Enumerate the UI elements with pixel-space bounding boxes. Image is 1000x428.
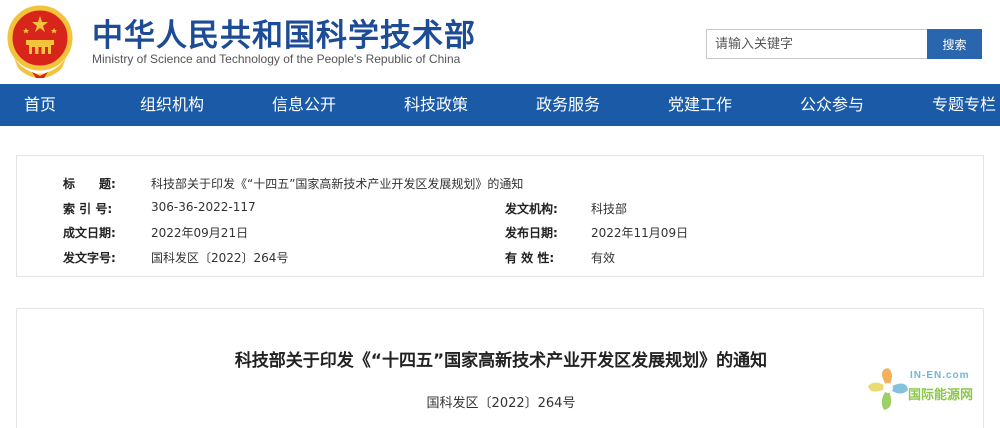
search-button[interactable]: 搜索: [927, 29, 982, 59]
nav-item-information[interactable]: 信息公开: [272, 84, 336, 126]
meta-docno-value: 国科发区〔2022〕264号: [151, 251, 289, 265]
meta-written-value: 2022年09月21日: [151, 226, 249, 240]
meta-title-value: 科技部关于印发《“十四五”国家高新技术产业开发区发展规划》的通知: [151, 177, 524, 191]
meta-issuer-value: 科技部: [591, 202, 628, 216]
meta-index-value: 306-36-2022-117: [151, 200, 256, 214]
meta-validity-value: 有效: [591, 251, 616, 265]
meta-docno-label: 发文字号:: [63, 251, 116, 265]
national-emblem-icon: [7, 5, 73, 78]
meta-index-label: 索 引 号:: [63, 202, 113, 216]
meta-title-label: 标 题:: [63, 177, 116, 191]
site-subtitle: Ministry of Science and Technology of th…: [92, 52, 461, 66]
main-nav: 首页 组织机构 信息公开 科技政策 政务服务 党建工作 公众参与 专题专栏: [0, 84, 1000, 126]
watermark: IN-EN.com 国际能源网: [866, 366, 996, 414]
site-title[interactable]: 中华人民共和国科学技术部: [92, 10, 476, 55]
nav-item-services[interactable]: 政务服务: [536, 84, 600, 126]
article-title: 科技部关于印发《“十四五”国家高新技术产业开发区发展规划》的通知: [234, 351, 768, 371]
article-panel: 科技部关于印发《“十四五”国家高新技术产业开发区发展规划》的通知 国科发区〔20…: [16, 308, 984, 428]
meta-issuer-label: 发文机构:: [505, 202, 558, 216]
nav-item-policy[interactable]: 科技政策: [404, 84, 468, 126]
meta-validity-label: 有 效 性:: [505, 251, 555, 265]
nav-item-topics[interactable]: 专题专栏: [932, 84, 996, 126]
watermark-logo-icon: [868, 368, 908, 410]
search-input[interactable]: [706, 29, 928, 59]
watermark-name: 国际能源网: [908, 388, 974, 403]
article-doc-number: 国科发区〔2022〕264号: [426, 396, 576, 411]
document-meta-panel: 标 题: 科技部关于印发《“十四五”国家高新技术产业开发区发展规划》的通知 索 …: [16, 155, 984, 277]
meta-published-value: 2022年11月09日: [591, 226, 689, 240]
nav-item-organization[interactable]: 组织机构: [140, 84, 204, 126]
nav-item-participation[interactable]: 公众参与: [800, 84, 864, 126]
site-header: 中华人民共和国科学技术部 Ministry of Science and Tec…: [0, 0, 1000, 82]
meta-written-label: 成文日期:: [63, 226, 116, 240]
nav-item-party[interactable]: 党建工作: [668, 84, 732, 126]
watermark-domain: IN-EN.com: [910, 370, 970, 381]
nav-item-home[interactable]: 首页: [24, 84, 56, 126]
meta-published-label: 发布日期:: [505, 226, 558, 240]
